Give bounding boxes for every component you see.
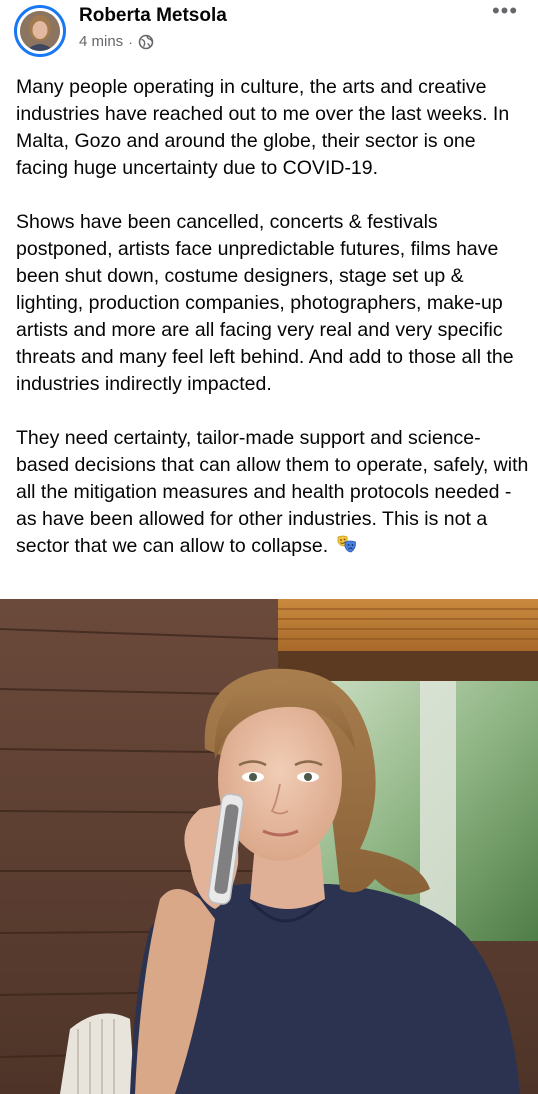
meta-separator: · [128, 33, 133, 50]
avatar[interactable] [14, 5, 66, 57]
globe-icon [138, 34, 154, 50]
post-header: Roberta Metsola 4 mins · ••• [0, 0, 538, 62]
post-paragraph-1: Many people operating in culture, the ar… [16, 76, 510, 179]
performing-arts-masks-icon [336, 533, 358, 555]
more-options-icon[interactable]: ••• [490, 0, 520, 26]
avatar-photo [20, 11, 60, 51]
post-body: Many people operating in culture, the ar… [16, 74, 530, 587]
facebook-post: Roberta Metsola 4 mins · ••• Many people… [0, 0, 538, 1094]
author-name[interactable]: Roberta Metsola [79, 5, 227, 27]
post-paragraph-2: Shows have been cancelled, concerts & fe… [16, 211, 514, 395]
post-meta: 4 mins · [79, 33, 154, 50]
post-photo[interactable] [0, 599, 538, 1094]
post-time[interactable]: 4 mins [79, 33, 123, 50]
post-paragraph-3-wrap: They need certainty, tailor-made support… [16, 425, 530, 560]
post-paragraph-3: They need certainty, tailor-made support… [16, 427, 529, 557]
